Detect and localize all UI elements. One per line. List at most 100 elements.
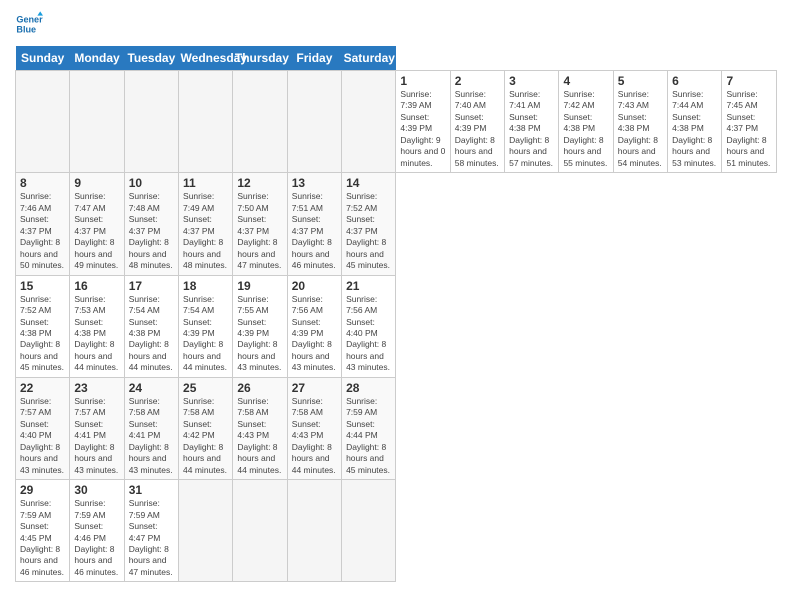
cell-info: Sunrise: 7:53 AMSunset: 4:38 PMDaylight:… <box>74 294 119 374</box>
cell-day-number: 27 <box>292 381 337 395</box>
calendar-cell: 12Sunrise: 7:50 AMSunset: 4:37 PMDayligh… <box>233 173 287 275</box>
cell-day-number: 25 <box>183 381 228 395</box>
calendar-cell: 5Sunrise: 7:43 AMSunset: 4:38 PMDaylight… <box>613 71 667 173</box>
svg-text:General: General <box>16 15 43 25</box>
cell-info: Sunrise: 7:51 AMSunset: 4:37 PMDaylight:… <box>292 191 337 271</box>
calendar-body: 1Sunrise: 7:39 AMSunset: 4:39 PMDaylight… <box>16 71 777 582</box>
cell-day-number: 3 <box>509 74 554 88</box>
cell-info: Sunrise: 7:48 AMSunset: 4:37 PMDaylight:… <box>129 191 174 271</box>
calendar-cell <box>16 71 70 173</box>
cell-day-number: 31 <box>129 483 174 497</box>
calendar-cell <box>233 480 287 582</box>
calendar-cell: 31Sunrise: 7:59 AMSunset: 4:47 PMDayligh… <box>124 480 178 582</box>
header: General Blue <box>15 10 777 38</box>
logo: General Blue <box>15 10 43 38</box>
cell-info: Sunrise: 7:46 AMSunset: 4:37 PMDaylight:… <box>20 191 65 271</box>
cell-day-number: 14 <box>346 176 391 190</box>
cell-day-number: 15 <box>20 279 65 293</box>
calendar-cell <box>179 480 233 582</box>
cell-info: Sunrise: 7:49 AMSunset: 4:37 PMDaylight:… <box>183 191 228 271</box>
cell-day-number: 9 <box>74 176 119 190</box>
calendar-cell <box>287 71 341 173</box>
calendar-cell: 13Sunrise: 7:51 AMSunset: 4:37 PMDayligh… <box>287 173 341 275</box>
cell-day-number: 28 <box>346 381 391 395</box>
calendar-cell: 18Sunrise: 7:54 AMSunset: 4:39 PMDayligh… <box>179 275 233 377</box>
calendar-cell: 24Sunrise: 7:58 AMSunset: 4:41 PMDayligh… <box>124 377 178 479</box>
cell-day-number: 22 <box>20 381 65 395</box>
cell-info: Sunrise: 7:47 AMSunset: 4:37 PMDaylight:… <box>74 191 119 271</box>
calendar-cell: 30Sunrise: 7:59 AMSunset: 4:46 PMDayligh… <box>70 480 124 582</box>
cell-info: Sunrise: 7:52 AMSunset: 4:37 PMDaylight:… <box>346 191 391 271</box>
calendar-cell: 3Sunrise: 7:41 AMSunset: 4:38 PMDaylight… <box>505 71 559 173</box>
calendar-cell: 10Sunrise: 7:48 AMSunset: 4:37 PMDayligh… <box>124 173 178 275</box>
calendar-cell: 17Sunrise: 7:54 AMSunset: 4:38 PMDayligh… <box>124 275 178 377</box>
cell-info: Sunrise: 7:59 AMSunset: 4:46 PMDaylight:… <box>74 498 119 578</box>
cell-day-number: 13 <box>292 176 337 190</box>
day-header-wednesday: Wednesday <box>179 46 233 71</box>
cell-info: Sunrise: 7:42 AMSunset: 4:38 PMDaylight:… <box>563 89 608 169</box>
cell-day-number: 2 <box>455 74 500 88</box>
days-header-row: SundayMondayTuesdayWednesdayThursdayFrid… <box>16 46 777 71</box>
calendar-cell: 23Sunrise: 7:57 AMSunset: 4:41 PMDayligh… <box>70 377 124 479</box>
cell-info: Sunrise: 7:57 AMSunset: 4:40 PMDaylight:… <box>20 396 65 476</box>
cell-day-number: 4 <box>563 74 608 88</box>
cell-info: Sunrise: 7:56 AMSunset: 4:39 PMDaylight:… <box>292 294 337 374</box>
cell-day-number: 16 <box>74 279 119 293</box>
cell-day-number: 10 <box>129 176 174 190</box>
cell-info: Sunrise: 7:55 AMSunset: 4:39 PMDaylight:… <box>237 294 282 374</box>
cell-day-number: 23 <box>74 381 119 395</box>
day-header-tuesday: Tuesday <box>124 46 178 71</box>
calendar-cell: 22Sunrise: 7:57 AMSunset: 4:40 PMDayligh… <box>16 377 70 479</box>
week-row-2: 8Sunrise: 7:46 AMSunset: 4:37 PMDaylight… <box>16 173 777 275</box>
cell-info: Sunrise: 7:45 AMSunset: 4:37 PMDaylight:… <box>726 89 772 169</box>
calendar-cell: 14Sunrise: 7:52 AMSunset: 4:37 PMDayligh… <box>342 173 396 275</box>
cell-info: Sunrise: 7:52 AMSunset: 4:38 PMDaylight:… <box>20 294 65 374</box>
cell-day-number: 24 <box>129 381 174 395</box>
week-row-3: 15Sunrise: 7:52 AMSunset: 4:38 PMDayligh… <box>16 275 777 377</box>
cell-info: Sunrise: 7:54 AMSunset: 4:38 PMDaylight:… <box>129 294 174 374</box>
cell-info: Sunrise: 7:41 AMSunset: 4:38 PMDaylight:… <box>509 89 554 169</box>
calendar-cell: 27Sunrise: 7:58 AMSunset: 4:43 PMDayligh… <box>287 377 341 479</box>
cell-day-number: 1 <box>400 74 445 88</box>
calendar-cell <box>70 71 124 173</box>
week-row-5: 29Sunrise: 7:59 AMSunset: 4:45 PMDayligh… <box>16 480 777 582</box>
calendar-cell: 26Sunrise: 7:58 AMSunset: 4:43 PMDayligh… <box>233 377 287 479</box>
calendar-cell: 15Sunrise: 7:52 AMSunset: 4:38 PMDayligh… <box>16 275 70 377</box>
calendar-cell <box>179 71 233 173</box>
cell-info: Sunrise: 7:58 AMSunset: 4:42 PMDaylight:… <box>183 396 228 476</box>
cell-day-number: 18 <box>183 279 228 293</box>
cell-info: Sunrise: 7:59 AMSunset: 4:45 PMDaylight:… <box>20 498 65 578</box>
calendar-cell: 9Sunrise: 7:47 AMSunset: 4:37 PMDaylight… <box>70 173 124 275</box>
cell-info: Sunrise: 7:58 AMSunset: 4:43 PMDaylight:… <box>292 396 337 476</box>
cell-info: Sunrise: 7:57 AMSunset: 4:41 PMDaylight:… <box>74 396 119 476</box>
day-header-sunday: Sunday <box>16 46 70 71</box>
cell-day-number: 20 <box>292 279 337 293</box>
day-header-monday: Monday <box>70 46 124 71</box>
calendar-page: General Blue SundayMondayTuesdayWednesda… <box>0 0 792 612</box>
cell-day-number: 17 <box>129 279 174 293</box>
cell-day-number: 11 <box>183 176 228 190</box>
calendar-cell <box>342 71 396 173</box>
calendar-cell <box>342 480 396 582</box>
calendar-cell: 8Sunrise: 7:46 AMSunset: 4:37 PMDaylight… <box>16 173 70 275</box>
cell-info: Sunrise: 7:58 AMSunset: 4:41 PMDaylight:… <box>129 396 174 476</box>
calendar-cell: 16Sunrise: 7:53 AMSunset: 4:38 PMDayligh… <box>70 275 124 377</box>
cell-info: Sunrise: 7:39 AMSunset: 4:39 PMDaylight:… <box>400 89 445 169</box>
cell-day-number: 8 <box>20 176 65 190</box>
calendar-cell: 25Sunrise: 7:58 AMSunset: 4:42 PMDayligh… <box>179 377 233 479</box>
cell-info: Sunrise: 7:56 AMSunset: 4:40 PMDaylight:… <box>346 294 391 374</box>
cell-info: Sunrise: 7:43 AMSunset: 4:38 PMDaylight:… <box>618 89 663 169</box>
cell-info: Sunrise: 7:54 AMSunset: 4:39 PMDaylight:… <box>183 294 228 374</box>
cell-info: Sunrise: 7:58 AMSunset: 4:43 PMDaylight:… <box>237 396 282 476</box>
calendar-cell: 7Sunrise: 7:45 AMSunset: 4:37 PMDaylight… <box>722 71 777 173</box>
cell-day-number: 5 <box>618 74 663 88</box>
cell-info: Sunrise: 7:50 AMSunset: 4:37 PMDaylight:… <box>237 191 282 271</box>
logo-icon: General Blue <box>15 10 43 38</box>
calendar-table: SundayMondayTuesdayWednesdayThursdayFrid… <box>15 46 777 582</box>
calendar-cell: 21Sunrise: 7:56 AMSunset: 4:40 PMDayligh… <box>342 275 396 377</box>
calendar-cell: 20Sunrise: 7:56 AMSunset: 4:39 PMDayligh… <box>287 275 341 377</box>
day-header-thursday: Thursday <box>233 46 287 71</box>
cell-day-number: 26 <box>237 381 282 395</box>
week-row-1: 1Sunrise: 7:39 AMSunset: 4:39 PMDaylight… <box>16 71 777 173</box>
day-header-friday: Friday <box>287 46 341 71</box>
